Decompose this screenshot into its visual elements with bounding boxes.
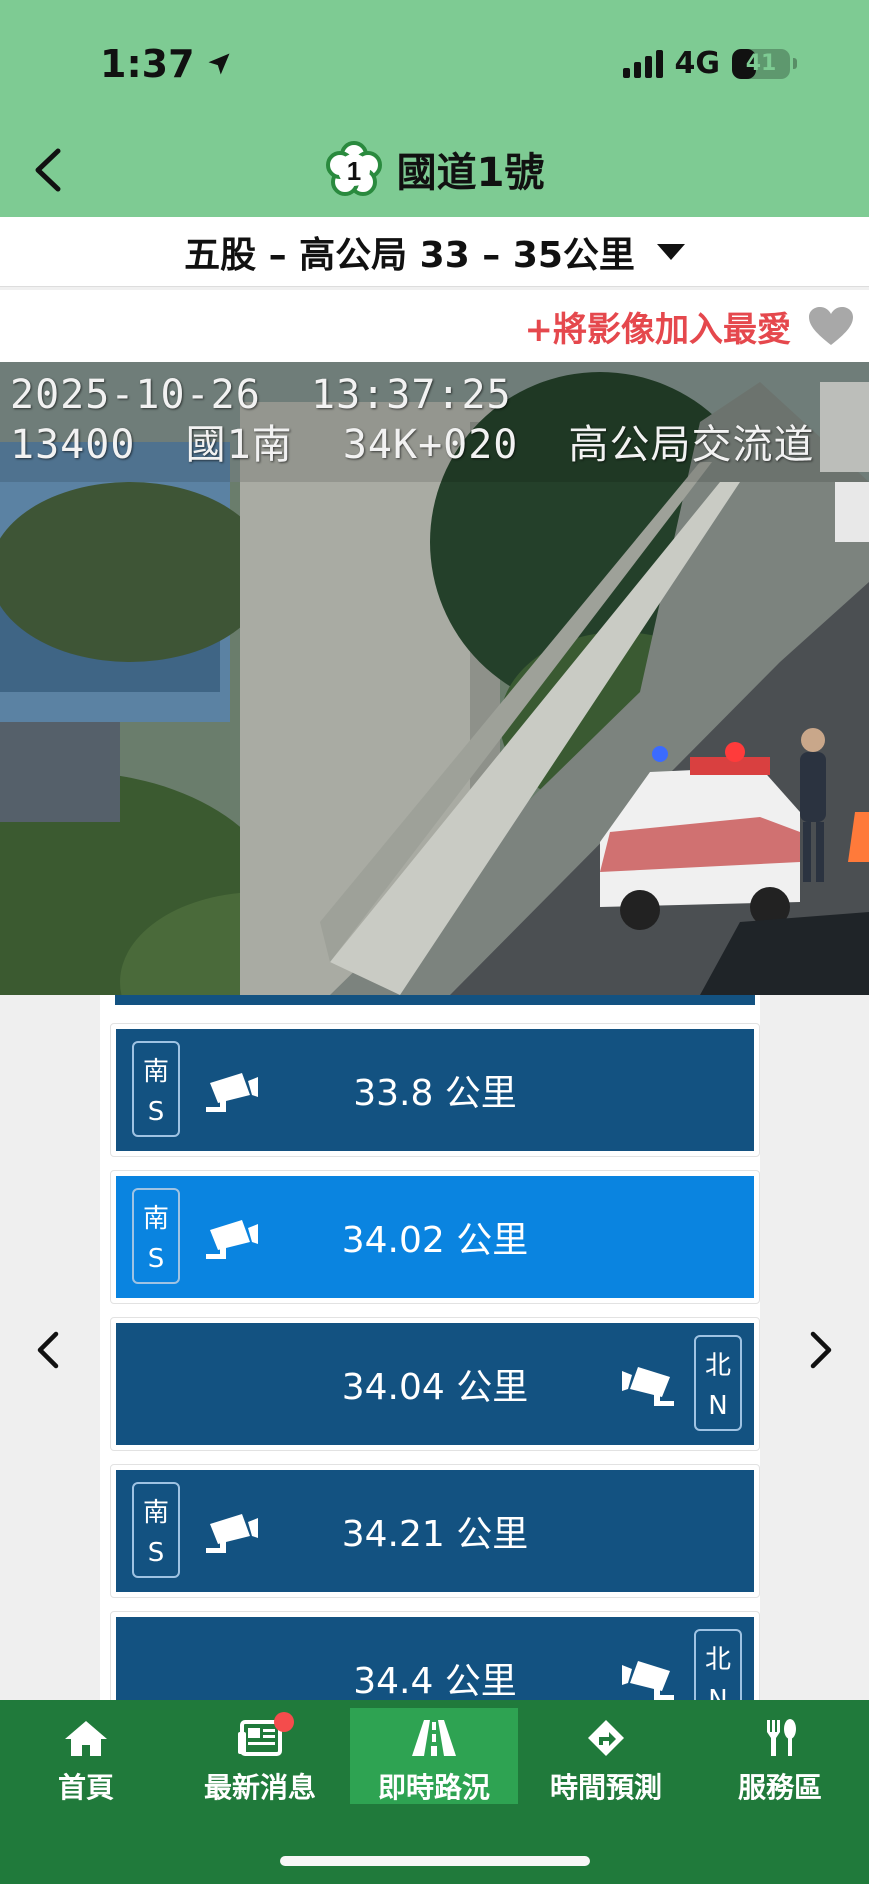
home-icon	[62, 1718, 110, 1758]
tab-time-forecast[interactable]: 時間預測	[522, 1708, 690, 1804]
plum-blossom-icon: 1	[325, 141, 382, 196]
caret-down-icon	[656, 243, 685, 260]
favorite-row: +將影像加入最愛	[0, 290, 869, 362]
tab-news[interactable]: 最新消息	[176, 1708, 344, 1804]
tab-service-area[interactable]: 服務區	[696, 1708, 864, 1804]
notification-dot	[274, 1712, 294, 1732]
direction-badge: 北N	[694, 1629, 742, 1700]
cctv-camera-icon	[204, 1067, 260, 1115]
home-indicator	[280, 1856, 590, 1866]
tab-home[interactable]: 首頁	[2, 1708, 170, 1804]
dining-icon	[756, 1718, 804, 1758]
location-arrow-icon	[208, 53, 230, 75]
segment-selector[interactable]: 五股 – 高公局 33 – 35公里	[0, 217, 869, 287]
camera-km-label: 33.8 公里	[353, 1073, 517, 1114]
direction-badge: 南S	[132, 1188, 180, 1284]
route-badge: 1	[325, 140, 383, 198]
network-type: 4G	[674, 46, 721, 81]
camera-list-item[interactable]: 南 S 34.21 公里	[110, 1464, 760, 1598]
camera-km-label: 34.02 公里	[341, 1220, 529, 1261]
road-icon	[410, 1718, 458, 1758]
direction-badge: 南S	[132, 1041, 180, 1137]
route-icon	[582, 1718, 630, 1758]
direction-badge: 北N	[694, 1335, 742, 1431]
title-bar: 1 國道1號	[0, 140, 869, 198]
previous-button[interactable]	[18, 1320, 78, 1380]
segment-label: 五股 – 高公局 33 – 35公里	[184, 234, 635, 276]
camera-list-item[interactable]: 南 S 34.02 公里	[110, 1170, 760, 1304]
camera-image: 2025-10-26 13:37:25 13400 國1南 34K+020 高公…	[0, 362, 869, 995]
battery-icon: 41	[732, 48, 790, 79]
camera-location: 13400 國1南 34K+020 高公局交流道	[10, 422, 815, 468]
cctv-camera-icon	[620, 1361, 676, 1409]
cctv-camera-icon	[204, 1214, 260, 1262]
chevron-left-icon	[37, 1331, 59, 1369]
chevron-right-icon	[810, 1331, 832, 1369]
camera-list-item[interactable]: 南 S 33.8 公里	[110, 1023, 760, 1157]
cell-signal-icon	[622, 49, 663, 78]
next-button[interactable]	[791, 1320, 851, 1380]
status-time: 1:37	[100, 42, 233, 86]
status-indicators: 4G 41	[622, 46, 797, 81]
page-title: 國道1號	[396, 150, 545, 196]
app-header: 1:37 4G 41 1 國道1號	[0, 0, 869, 217]
camera-info-overlay: 2025-10-26 13:37:25 13400 國1南 34K+020 高公…	[10, 370, 815, 470]
news-icon	[236, 1712, 294, 1758]
camera-km-label: 34.21 公里	[341, 1514, 529, 1555]
camera-timestamp: 2025-10-26 13:37:25	[10, 372, 512, 418]
direction-badge: 南S	[132, 1482, 180, 1578]
tab-traffic[interactable]: 即時路況	[350, 1708, 518, 1804]
battery-percentage: 41	[745, 51, 777, 76]
cctv-camera-icon	[620, 1655, 676, 1700]
heart-icon[interactable]	[807, 305, 855, 347]
camera-km-label: 34.04 公里	[341, 1367, 529, 1408]
cctv-camera-icon	[204, 1508, 260, 1556]
camera-list-item[interactable]: 北 N 34.04 公里	[110, 1317, 760, 1451]
camera-km-label: 34.4 公里	[353, 1661, 517, 1700]
add-favorite-button[interactable]: +將影像加入最愛	[525, 302, 792, 351]
camera-list: 南 S 33.8 公里南 S 34.02 公里北 N 34.04 公里南 S 34.21 公里北…	[0, 995, 869, 1700]
svg-text:1: 1	[346, 156, 360, 186]
camera-list-item[interactable]: 北 N 34.4 公里	[110, 1611, 760, 1700]
list-item-partial	[115, 995, 755, 1005]
